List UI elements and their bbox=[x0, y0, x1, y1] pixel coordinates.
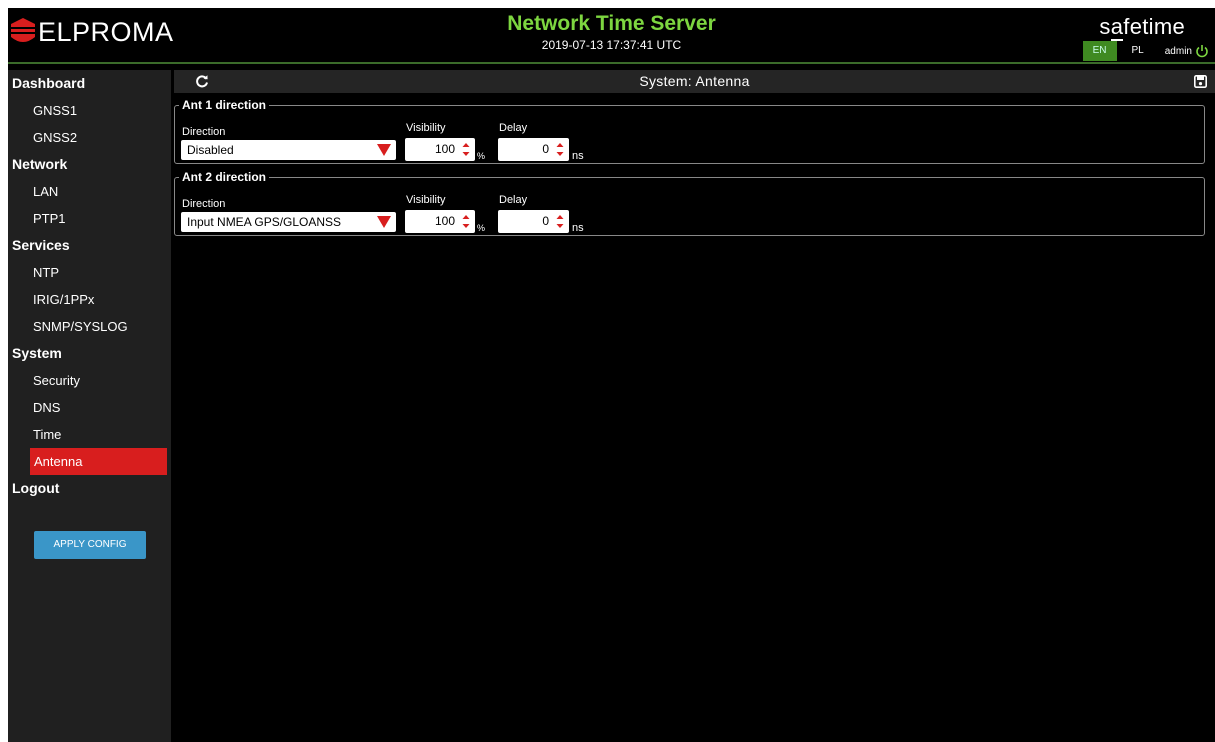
ant1-legend: Ant 1 direction bbox=[179, 99, 270, 112]
username: admin bbox=[1164, 45, 1192, 57]
sidebar-item-ptp1[interactable]: PTP1 bbox=[8, 205, 171, 232]
ant2-delay-label: Delay bbox=[499, 194, 528, 206]
dropdown-arrow-icon[interactable] bbox=[377, 144, 391, 156]
sidebar-item-gnss2[interactable]: GNSS2 bbox=[8, 124, 171, 151]
content-toolbar: System: Antenna bbox=[174, 70, 1215, 93]
ant1-visibility-label: Visibility bbox=[406, 122, 446, 134]
brand-prefix: s bbox=[1099, 14, 1111, 39]
ant2-direction-value: Input NMEA GPS/GLOANSS bbox=[187, 215, 342, 229]
ant1-delay-value: 0 bbox=[542, 142, 549, 156]
ant1-direction-value: Disabled bbox=[187, 143, 234, 157]
sidebar-item-gnss1[interactable]: GNSS1 bbox=[8, 97, 171, 124]
sidebar-item-antenna[interactable]: Antenna bbox=[30, 448, 167, 475]
user-menu[interactable]: admin bbox=[1165, 44, 1209, 58]
header: ELPROMA Network Time Server 2019-07-13 1… bbox=[8, 8, 1215, 64]
brand-mid: a bbox=[1110, 14, 1124, 41]
ant1-direction-select[interactable]: Disabled bbox=[181, 140, 396, 160]
ant2-visibility-label: Visibility bbox=[406, 194, 446, 206]
safetime-brand: safetime bbox=[1099, 14, 1185, 41]
sidebar-item-snmp-syslog[interactable]: SNMP/SYSLOG bbox=[8, 313, 171, 340]
app-window: ELPROMA Network Time Server 2019-07-13 1… bbox=[8, 8, 1215, 742]
brand-suffix: fetime bbox=[1123, 14, 1185, 39]
sidebar-item-time[interactable]: Time bbox=[8, 421, 171, 448]
ant2-direction-select[interactable]: Input NMEA GPS/GLOANSS bbox=[181, 212, 396, 232]
stepper-arrows-icon[interactable] bbox=[556, 142, 564, 157]
app-title: Network Time Server bbox=[507, 12, 716, 35]
ant2-delay-stepper[interactable]: 0 bbox=[498, 210, 569, 233]
language-bar: EN PL admin bbox=[1082, 41, 1215, 61]
sidebar-item-network[interactable]: Network bbox=[8, 151, 171, 178]
power-icon[interactable] bbox=[1195, 44, 1209, 58]
ant2-direction-group: Ant 2 direction Direction Visibility Del… bbox=[174, 171, 1205, 236]
lang-pl-button[interactable]: PL bbox=[1123, 41, 1153, 61]
sidebar-item-logout[interactable]: Logout bbox=[8, 475, 171, 502]
ant1-delay-label: Delay bbox=[499, 122, 528, 134]
ant2-delay-unit: ns bbox=[572, 222, 584, 234]
sidebar: Dashboard GNSS1 GNSS2 Network LAN PTP1 Service… bbox=[8, 70, 171, 742]
stepper-arrows-icon[interactable] bbox=[462, 142, 470, 157]
sidebar-item-lan[interactable]: LAN bbox=[8, 178, 171, 205]
apply-config-button[interactable]: APPLY CONFIG bbox=[34, 531, 146, 559]
sidebar-item-dns[interactable]: DNS bbox=[8, 394, 171, 421]
ant1-delay-stepper[interactable]: 0 bbox=[498, 138, 569, 161]
stepper-arrows-icon[interactable] bbox=[556, 214, 564, 229]
sidebar-item-ntp[interactable]: NTP bbox=[8, 259, 171, 286]
ant1-visibility-unit: % bbox=[477, 151, 486, 161]
ant1-delay-unit: ns bbox=[572, 150, 584, 162]
ant2-delay-value: 0 bbox=[542, 214, 549, 228]
ant1-visibility-stepper[interactable]: 100 bbox=[405, 138, 475, 161]
ant1-direction-label: Direction bbox=[182, 126, 226, 138]
ant1-visibility-value: 100 bbox=[434, 142, 455, 156]
ant2-visibility-unit: % bbox=[477, 223, 486, 233]
ant2-visibility-value: 100 bbox=[434, 214, 455, 228]
sidebar-item-dashboard[interactable]: Dashboard bbox=[8, 70, 171, 97]
page-title: System: Antenna bbox=[639, 73, 750, 89]
stepper-arrows-icon[interactable] bbox=[462, 214, 470, 229]
ant2-direction-label: Direction bbox=[182, 198, 226, 210]
lang-en-button[interactable]: EN bbox=[1082, 41, 1117, 61]
sidebar-item-services[interactable]: Services bbox=[8, 232, 171, 259]
dropdown-arrow-icon[interactable] bbox=[377, 216, 391, 228]
save-icon[interactable] bbox=[1194, 75, 1207, 88]
ant1-direction-group: Ant 1 direction Direction Visibility Del… bbox=[174, 99, 1205, 164]
sidebar-item-system[interactable]: System bbox=[8, 340, 171, 367]
sidebar-item-security[interactable]: Security bbox=[8, 367, 171, 394]
sidebar-item-irig-1ppx[interactable]: IRIG/1PPx bbox=[8, 286, 171, 313]
ant2-visibility-stepper[interactable]: 100 bbox=[405, 210, 475, 233]
ant2-legend: Ant 2 direction bbox=[179, 171, 270, 184]
sidebar-menu: Dashboard GNSS1 GNSS2 Network LAN PTP1 Service… bbox=[8, 70, 171, 502]
current-datetime: 2019-07-13 17:37:41 UTC bbox=[541, 38, 682, 52]
